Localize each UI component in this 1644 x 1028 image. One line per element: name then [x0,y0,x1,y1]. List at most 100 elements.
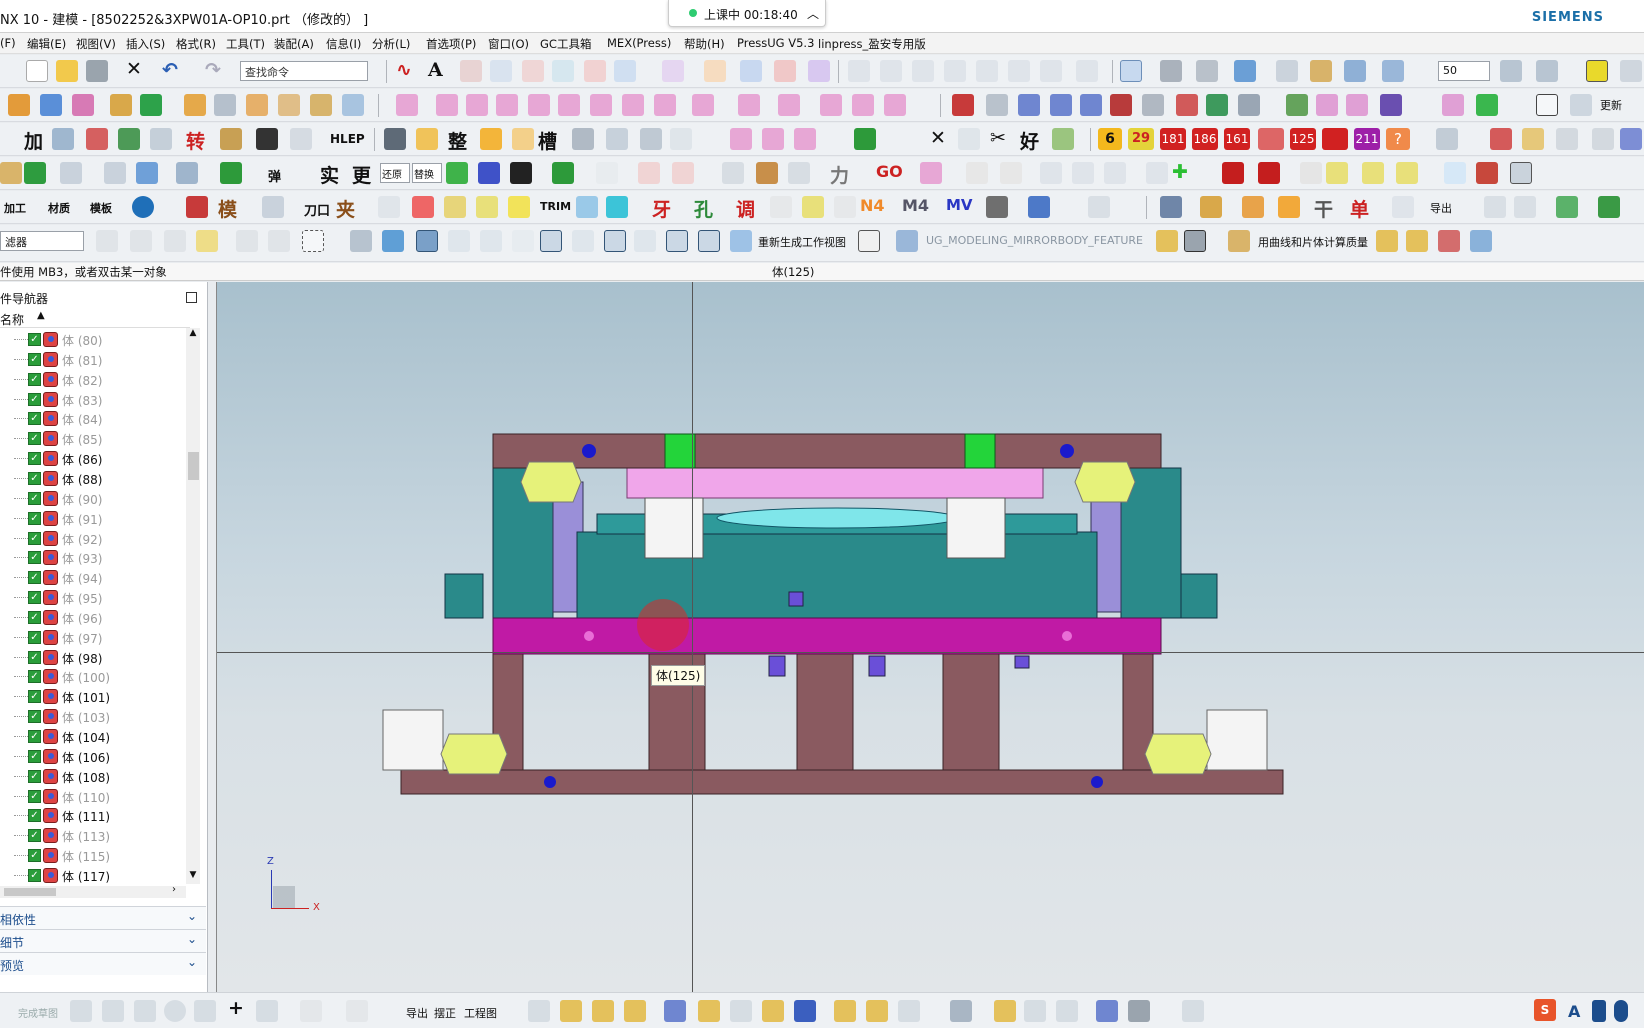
cube-gray-icon[interactable] [1128,1000,1150,1022]
delete-face-icon[interactable] [590,94,612,116]
blue-panel-icon[interactable] [576,196,598,218]
tree-row[interactable]: ✓ 体 (82) [0,370,186,390]
visibility-checkbox[interactable]: ✓ [28,809,41,823]
force-button[interactable]: 力 [830,161,849,188]
sketch-point-icon[interactable]: + [228,997,244,1019]
replace-button[interactable]: 替换 [412,163,442,183]
hole-2-icon[interactable] [262,196,284,218]
trim-line-icon[interactable] [1040,162,1062,184]
fold-icon[interactable] [508,196,530,218]
export-button[interactable]: 导出 [406,1005,428,1021]
mirror-assembly-icon[interactable] [698,1000,720,1022]
menu-mex-press[interactable]: MEX(Press) [607,36,671,50]
glyph-icon[interactable]: 调 [736,195,755,222]
number-button-29[interactable]: 29 [1128,128,1154,150]
visibility-checkbox[interactable]: ✓ [28,591,41,605]
section-details[interactable]: 细节 ⌄ [0,929,206,952]
section-dependencies[interactable]: 相依性 ⌄ [0,906,206,929]
replace-face-icon[interactable] [558,94,580,116]
scissor-light-icon[interactable] [1392,196,1414,218]
edit-icon[interactable] [1182,1000,1204,1022]
select-icon[interactable] [130,230,152,252]
mold-button[interactable]: 模 [218,195,237,222]
shell-icon[interactable] [342,94,364,116]
locator-pin[interactable] [788,591,804,607]
front-view-icon[interactable] [1310,60,1332,82]
sheet-yellow-icon[interactable] [444,196,466,218]
stack-icon[interactable] [1200,196,1222,218]
lower-base-plate[interactable] [400,769,1284,795]
face-stretch-icon[interactable] [1088,196,1110,218]
visibility-checkbox[interactable]: ✓ [28,630,41,644]
diamond-yellow-icon[interactable] [1278,196,1300,218]
slot-button[interactable]: 槽 [538,127,557,154]
drawing-button[interactable]: 工程图 [464,1005,497,1021]
menu-insert[interactable]: 插入(S) [126,36,165,52]
visibility-checkbox[interactable]: ✓ [28,650,41,664]
constraint-icon[interactable] [794,128,816,150]
hole-icon[interactable] [110,94,132,116]
chevron-down-icon[interactable]: ⌄ [187,932,197,946]
print-icon[interactable] [86,60,108,82]
panel-icon[interactable] [476,196,498,218]
snap-mid-icon[interactable] [480,230,502,252]
gas-spring-icon[interactable] [1286,94,1308,116]
box-blue-icon[interactable] [382,230,404,252]
m4-button[interactable]: M4 [902,196,929,215]
sketch-circle-icon[interactable] [164,1000,186,1022]
fit-view-icon[interactable] [1120,60,1142,82]
assembly-icon[interactable] [730,128,752,150]
visibility-checkbox[interactable]: ✓ [28,849,41,863]
menu-help[interactable]: 帮助(H) [684,36,725,52]
number-button-125[interactable]: 125 [1290,128,1316,150]
tree-row[interactable]: ✓ 体 (80) [0,330,186,350]
redo-icon[interactable]: ↷ [205,59,221,81]
arc-icon[interactable] [912,60,934,82]
formula-icon[interactable] [104,162,126,184]
check-mark-icon[interactable] [446,162,468,184]
menu-pressug[interactable]: PressUG V5.3 [737,36,814,50]
sequence-icon[interactable] [834,1000,856,1022]
bolt[interactable] [1014,655,1030,669]
tree-row[interactable]: ✓ 体 (94) [0,568,186,588]
sheet-3-icon[interactable] [1592,128,1614,150]
filter-icon[interactable] [96,230,118,252]
fillet-icon[interactable] [944,60,966,82]
menu-edit[interactable]: 编辑(E) [27,36,66,52]
tree-row[interactable]: ✓ 体 (104) [0,727,186,747]
surface-icon[interactable] [1362,162,1384,184]
pattern-component-icon[interactable] [664,1000,686,1022]
number-button-186[interactable]: 186 [1192,128,1218,150]
tree-row[interactable]: ✓ 体 (98) [0,648,186,668]
tree-row[interactable]: ✓ 体 (103) [0,707,186,727]
nitrogen-spring[interactable] [1074,461,1136,503]
lifter-icon[interactable] [1206,94,1228,116]
extrude-icon[interactable] [662,60,684,82]
support-post[interactable] [796,651,854,771]
plate-icon[interactable] [986,94,1008,116]
visibility-checkbox[interactable]: ✓ [28,551,41,565]
pattern-icon[interactable] [692,94,714,116]
pin-icon[interactable] [1080,94,1102,116]
arc-2-icon[interactable] [1104,162,1126,184]
spline-block-icon[interactable] [606,128,628,150]
guide-post-icon[interactable] [1176,94,1198,116]
tree-row[interactable]: ✓ 体 (84) [0,409,186,429]
pipe-icon[interactable] [350,230,372,252]
ime-logo-icon[interactable]: S [1534,999,1556,1021]
update-label[interactable]: 更新 [1600,97,1622,113]
dimension-icon[interactable] [1156,230,1178,252]
add-component-icon[interactable] [560,1000,582,1022]
restore-button[interactable]: 还原 [380,163,410,183]
monitor-icon[interactable] [1510,162,1532,184]
flag-green-icon[interactable] [220,162,242,184]
menu-tools[interactable]: 工具(T) [226,36,265,52]
knife-label[interactable]: 刀口 [304,200,330,219]
play-icon[interactable] [552,162,574,184]
arrow-red-icon[interactable] [1222,162,1244,184]
tree-row[interactable]: ✓ 体 (117) [0,866,186,886]
number-button-blank-2[interactable] [1322,128,1348,150]
snap-on-curve-icon[interactable] [698,230,720,252]
spline-icon[interactable] [490,60,512,82]
number-button-161[interactable]: 161 [1224,128,1250,150]
